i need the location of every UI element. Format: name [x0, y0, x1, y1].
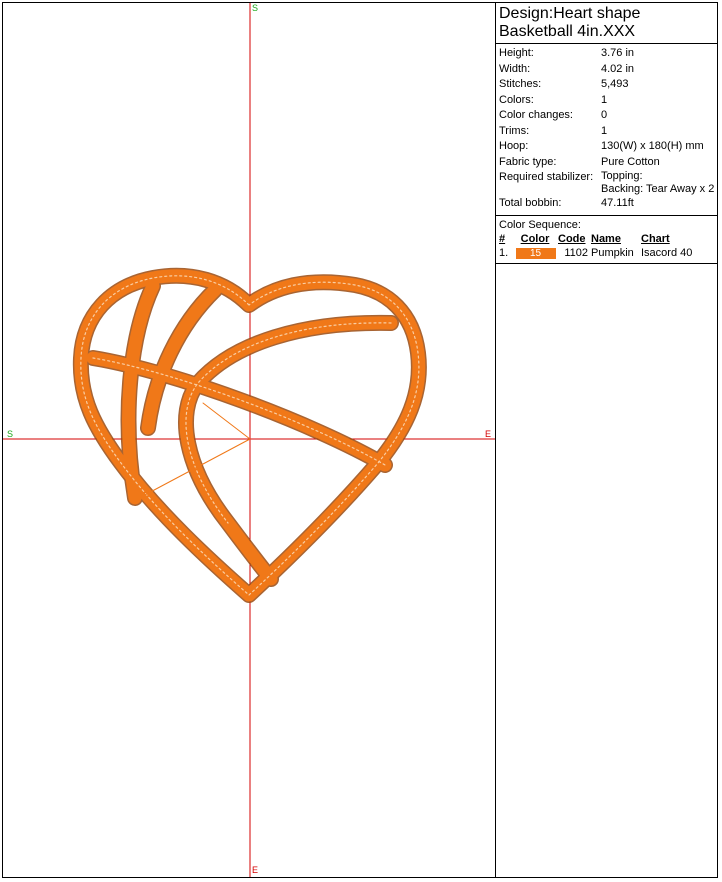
header-name: Name	[591, 232, 621, 245]
design-specs: Height: 3.76 in Width: 4.02 in Stitches:…	[496, 44, 717, 216]
color-sequence: Color Sequence: # Color Code Name Chart …	[496, 216, 717, 264]
spec-value: Topping: Backing: Tear Away x 2	[601, 170, 714, 196]
axis-label-bottom: E	[252, 865, 259, 875]
header-color: Color	[520, 232, 550, 245]
color-sequence-row: 1. 15 1102 Pumpkin Isacord 40	[499, 246, 717, 260]
spec-value: 47.11ft	[601, 197, 634, 209]
spec-width: Width: 4.02 in	[499, 62, 717, 78]
spec-bobbin: Total bobbin: 47.11ft	[499, 196, 717, 212]
spec-value: Pure Cotton	[601, 155, 660, 168]
spec-value: 4.02 in	[601, 62, 635, 75]
header-code: Code	[558, 232, 586, 245]
spec-value: 3.76 in	[601, 47, 635, 59]
header-chart: Chart	[641, 232, 670, 245]
spec-label: Height:	[499, 47, 534, 59]
row-name: Pumpkin	[591, 246, 634, 259]
color-sequence-title: Color Sequence:	[499, 218, 581, 231]
design-info-panel: Design:Heart shape Basketball 4in.XXX He…	[495, 3, 717, 877]
spec-value: 1	[601, 93, 608, 106]
spec-hoop: Hoop: 130(W) x 180(H) mm	[499, 139, 717, 155]
row-color: 15	[512, 246, 558, 260]
design-title-line2: Basketball 4in.XXX	[499, 23, 636, 40]
spec-label: Trims:	[499, 124, 530, 137]
row-code: 1102	[564, 246, 588, 259]
spec-value: 0	[601, 109, 608, 121]
spec-label: Color changes:	[499, 109, 573, 121]
design-title-line1: Design:Heart shape	[499, 5, 641, 22]
row-num: 1.	[499, 246, 509, 259]
axis-label-right: E	[485, 429, 492, 439]
spec-label: Stitches:	[499, 78, 542, 90]
spec-label: Total bobbin:	[499, 197, 562, 209]
spec-label: Colors:	[499, 93, 534, 106]
design-preview	[3, 3, 495, 877]
stabilizer-topping: Topping:	[601, 170, 643, 182]
spec-value: 1	[601, 124, 608, 137]
row-chart: Isacord 40	[641, 246, 693, 259]
stabilizer-backing: Backing: Tear Away x 2	[601, 183, 715, 195]
spec-label: Fabric type:	[499, 155, 557, 168]
spec-trims: Trims: 1	[499, 124, 717, 140]
spec-value: 5,493	[601, 78, 629, 90]
spec-fabric: Fabric type: Pure Cotton	[499, 155, 717, 171]
spec-height: Height: 3.76 in	[499, 46, 717, 62]
spec-stitches: Stitches: 5,493	[499, 77, 717, 93]
spec-colors: Colors: 1	[499, 93, 717, 109]
spec-value: 130(W) x 180(H) mm	[601, 140, 704, 152]
spec-stabilizer: Required stabilizer: Topping: Backing: T…	[499, 170, 717, 196]
design-canvas: S S E E	[3, 3, 495, 877]
spec-label: Required stabilizer:	[499, 171, 594, 183]
spec-label: Width:	[499, 62, 531, 75]
color-sequence-header: # Color Code Name Chart	[499, 232, 717, 246]
color-swatch: 15	[515, 247, 556, 259]
header-num: #	[499, 232, 506, 245]
design-title: Design:Heart shape Basketball 4in.XXX	[496, 3, 717, 44]
spec-label: Hoop:	[499, 140, 529, 152]
design-worksheet: S S E E Design:Heart shape Basketball 4i…	[2, 2, 718, 878]
axis-label-left: S	[7, 429, 14, 439]
spec-color-changes: Color changes: 0	[499, 108, 717, 124]
axis-label-top: S	[252, 3, 259, 13]
